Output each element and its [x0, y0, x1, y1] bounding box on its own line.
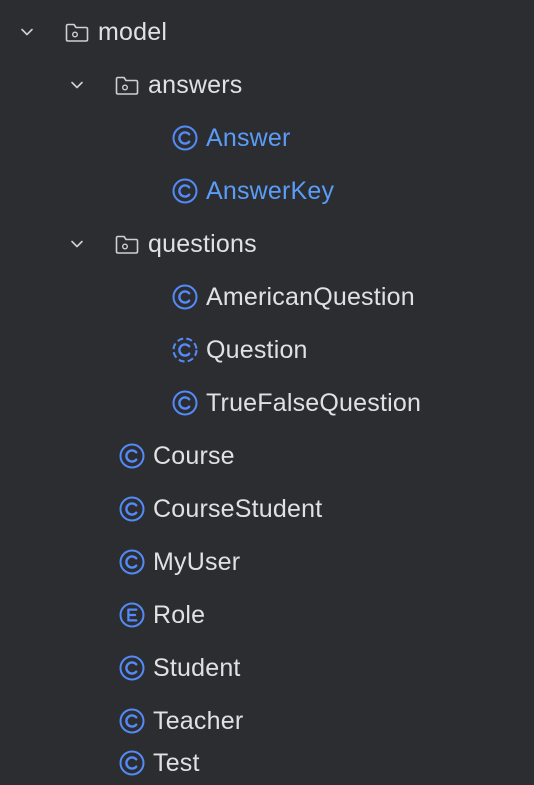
- project-tree: model answers Answer AnswerKey questions: [0, 0, 534, 782]
- folder-icon: [62, 17, 92, 47]
- tree-node-label: Role: [153, 600, 206, 629]
- tree-node-answers[interactable]: answers: [0, 59, 534, 111]
- tree-node-answer[interactable]: Answer: [0, 112, 534, 164]
- tree-node-label: Test: [153, 748, 200, 777]
- tree-node-test[interactable]: Test: [0, 741, 534, 785]
- tree-node-student[interactable]: Student: [0, 642, 534, 694]
- tree-node-label: AnswerKey: [206, 176, 335, 205]
- tree-node-label: Teacher: [153, 706, 244, 735]
- enum-icon: [117, 600, 147, 630]
- tree-node-label: answers: [148, 70, 243, 99]
- tree-node-role[interactable]: Role: [0, 589, 534, 641]
- tree-node-question[interactable]: Question: [0, 324, 534, 376]
- tree-node-label: questions: [148, 229, 257, 258]
- class-icon: [170, 388, 200, 418]
- tree-node-label: CourseStudent: [153, 494, 323, 523]
- chevron-down-icon[interactable]: [64, 231, 90, 257]
- class-icon: [117, 748, 147, 778]
- folder-icon: [112, 70, 142, 100]
- tree-node-course-student[interactable]: CourseStudent: [0, 483, 534, 535]
- tree-node-label: Student: [153, 653, 241, 682]
- tree-node-american-question[interactable]: AmericanQuestion: [0, 271, 534, 323]
- tree-node-questions[interactable]: questions: [0, 218, 534, 270]
- tree-node-true-false-question[interactable]: TrueFalseQuestion: [0, 377, 534, 429]
- tree-node-label: TrueFalseQuestion: [206, 388, 422, 417]
- tree-node-teacher[interactable]: Teacher: [0, 695, 534, 747]
- tree-node-label: Question: [206, 335, 308, 364]
- tree-node-my-user[interactable]: MyUser: [0, 536, 534, 588]
- abstract-class-icon: [170, 335, 200, 365]
- tree-node-label: Course: [153, 441, 235, 470]
- tree-node-model[interactable]: model: [0, 6, 534, 58]
- class-icon: [170, 123, 200, 153]
- class-icon: [170, 282, 200, 312]
- class-icon: [117, 441, 147, 471]
- class-icon: [117, 547, 147, 577]
- tree-node-answer-key[interactable]: AnswerKey: [0, 165, 534, 217]
- class-icon: [117, 494, 147, 524]
- class-icon: [117, 653, 147, 683]
- tree-node-label: MyUser: [153, 547, 241, 576]
- tree-node-course[interactable]: Course: [0, 430, 534, 482]
- tree-node-label: Answer: [206, 123, 291, 152]
- tree-node-label: model: [98, 17, 168, 46]
- chevron-down-icon[interactable]: [64, 72, 90, 98]
- class-icon: [117, 706, 147, 736]
- chevron-down-icon[interactable]: [14, 19, 40, 45]
- folder-icon: [112, 229, 142, 259]
- class-icon: [170, 176, 200, 206]
- tree-node-label: AmericanQuestion: [206, 282, 415, 311]
